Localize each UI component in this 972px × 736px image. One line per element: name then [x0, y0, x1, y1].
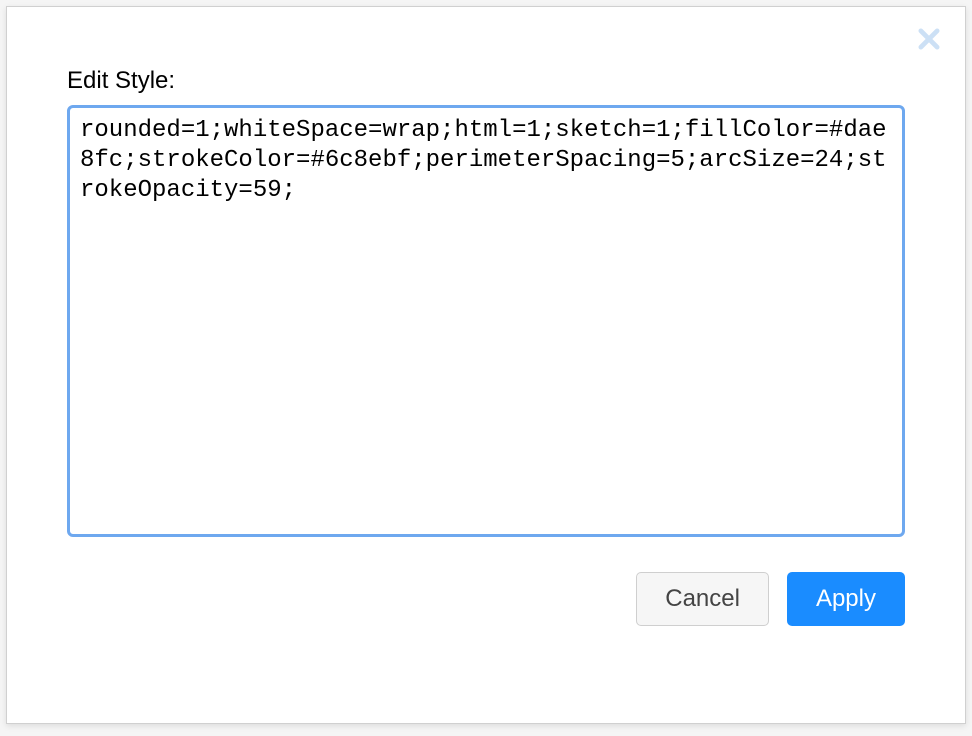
cancel-button[interactable]: Cancel — [636, 572, 769, 626]
style-textarea[interactable]: rounded=1;whiteSpace=wrap;html=1;sketch=… — [67, 105, 905, 537]
button-row: Cancel Apply — [67, 572, 905, 626]
dialog-title: Edit Style: — [67, 67, 905, 95]
apply-button[interactable]: Apply — [787, 572, 905, 626]
close-icon[interactable] — [915, 25, 943, 53]
edit-style-dialog: Edit Style: rounded=1;whiteSpace=wrap;ht… — [6, 6, 966, 724]
